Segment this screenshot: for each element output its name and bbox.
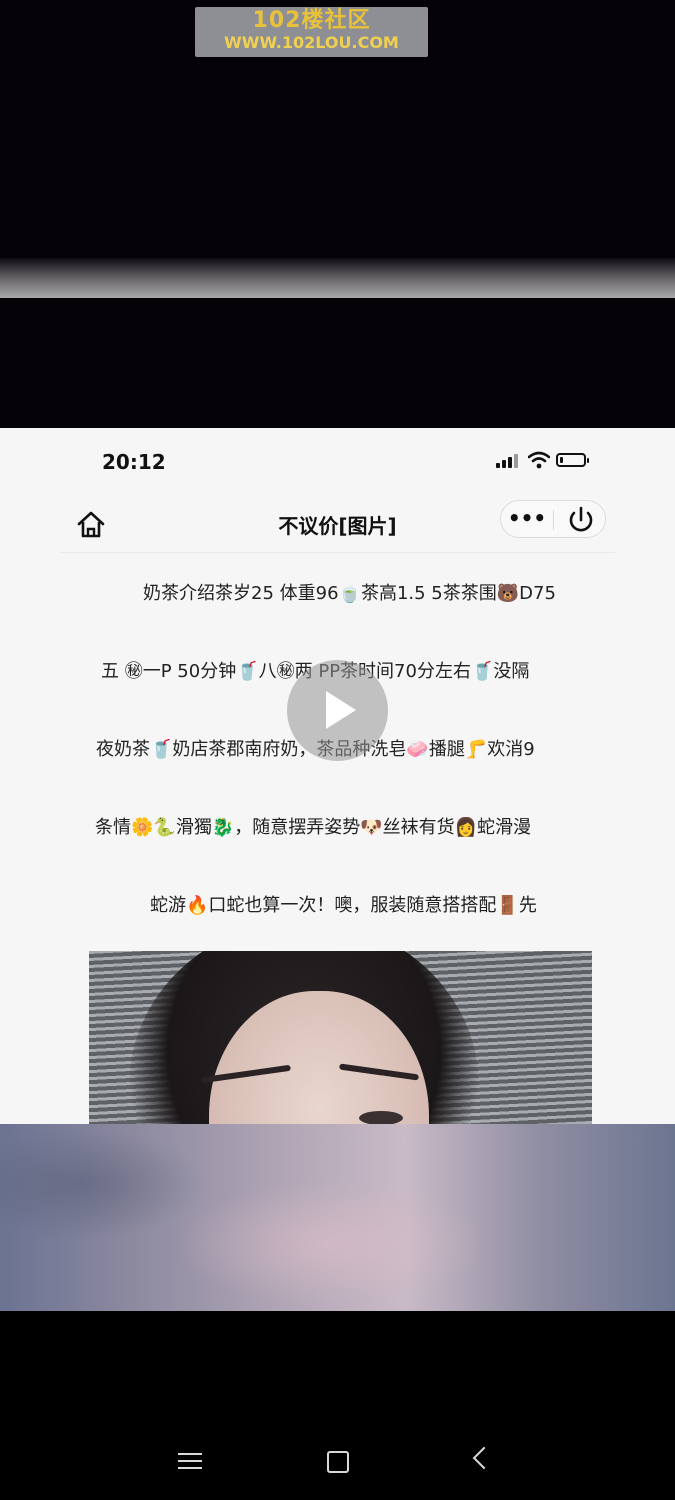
status-icons [496, 450, 596, 470]
system-nav-bar [0, 1420, 675, 1500]
battery-icon [556, 453, 589, 467]
video-dark-area [0, 298, 675, 428]
play-icon[interactable] [287, 660, 388, 761]
back-icon[interactable] [472, 1446, 496, 1470]
article-photo [89, 951, 592, 1128]
watermark-logo: 102楼社区 WWW.102LOU.COM [195, 7, 428, 57]
article-line: 蛇游🔥口蛇也算一次！噢，服装随意搭搭配🚪先 [150, 895, 537, 916]
home-button[interactable] [327, 1451, 349, 1473]
capsule-menu: ••• [500, 500, 606, 538]
watermark-url: WWW.102LOU.COM [224, 33, 399, 52]
article-line: 奶茶介绍茶岁25 体重96🍵茶高1.5 5茶茶围🐻D75 [143, 583, 556, 604]
phone-screen: 20:12 不议价[图片] ••• 奶茶介绍茶岁25 体重96🍵茶高1.5 5茶… [0, 428, 675, 1128]
wifi-icon [528, 451, 550, 469]
menu-icon[interactable] [178, 1451, 202, 1471]
status-time: 20:12 [102, 450, 166, 474]
more-icon[interactable]: ••• [501, 501, 553, 537]
capsule-divider [553, 510, 554, 530]
mini-program-nav-bar: 不议价[图片] ••• [60, 496, 615, 553]
power-icon[interactable] [557, 504, 605, 536]
signal-icon [496, 454, 522, 468]
blurred-region [0, 1124, 675, 1311]
article-line: 条情🌼🐍滑獨🐉，随意摆弄姿势🐶丝袜有货👩蛇滑漫 [95, 817, 532, 838]
watermark-title: 102楼社区 [252, 8, 371, 33]
battery-level [560, 457, 563, 463]
video-fade-band [0, 258, 675, 298]
